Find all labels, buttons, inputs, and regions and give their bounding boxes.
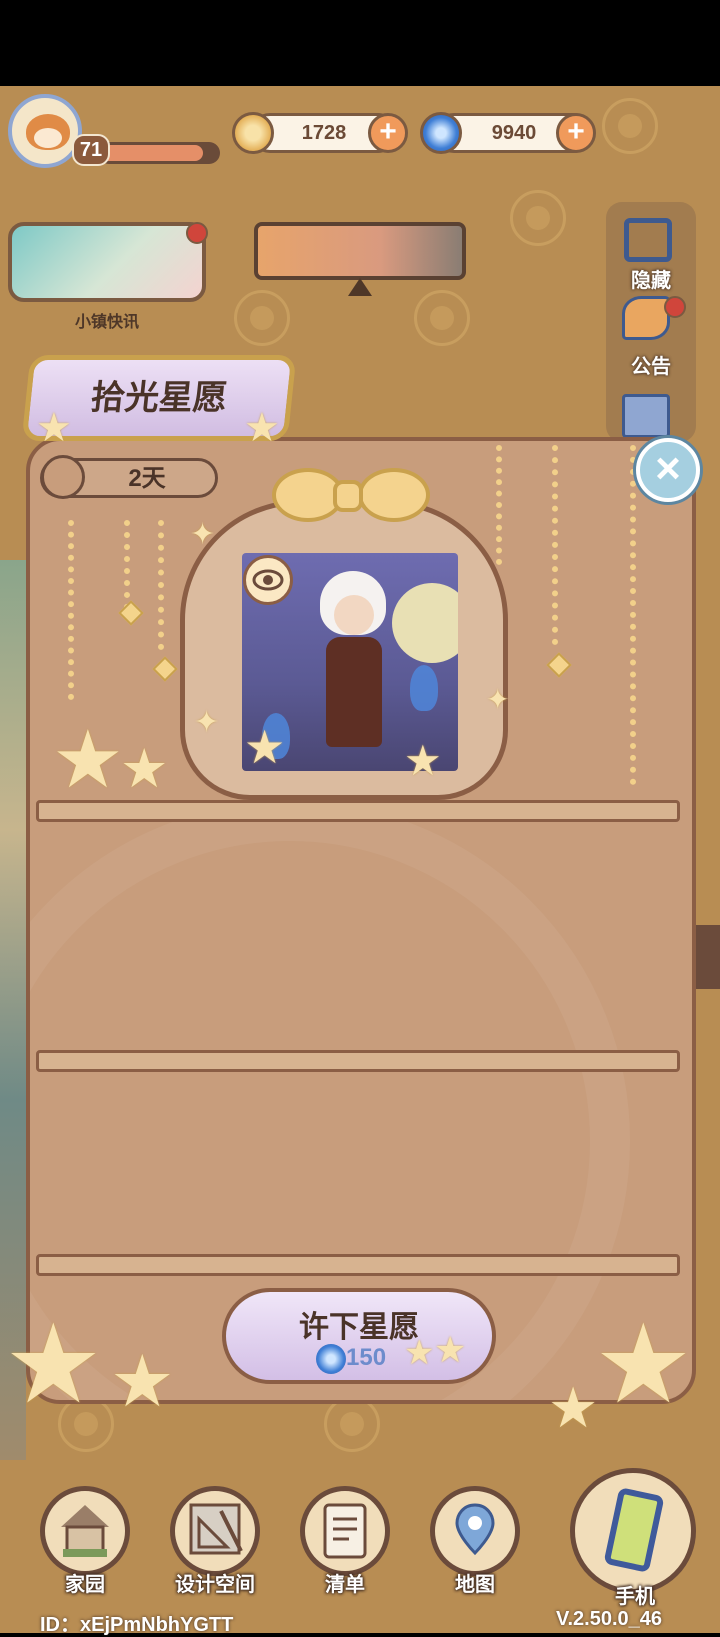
sun-pattern-decoration xyxy=(510,190,566,246)
blueprint-icon xyxy=(189,1503,243,1555)
xp-bar-fill xyxy=(98,145,203,161)
hanging-chain-decoration xyxy=(552,445,564,645)
sun-pattern-decoration xyxy=(324,1396,380,1452)
star-decoration: ★ xyxy=(434,1329,467,1370)
sparkle-decoration: ✦ xyxy=(486,684,510,715)
xp-bar xyxy=(98,142,220,164)
nav-phone-button[interactable] xyxy=(570,1468,696,1594)
hanging-chain-decoration xyxy=(158,520,170,650)
shelf xyxy=(36,1254,680,1276)
gem-icon xyxy=(316,1344,346,1374)
nav-map-label[interactable]: 地图 xyxy=(415,1568,535,1597)
gem-amount: 9940 xyxy=(491,122,537,144)
shelf xyxy=(36,1050,680,1072)
hanging-chain-decoration xyxy=(68,520,80,700)
character-outfit xyxy=(326,637,382,747)
nav-design-label[interactable]: 设计空间 xyxy=(155,1568,275,1597)
bow-knot-decoration xyxy=(333,480,363,512)
hide-label[interactable]: 隐藏 xyxy=(606,264,696,293)
map-pin-icon xyxy=(455,1503,495,1556)
version-label: V.2.50.0_46 xyxy=(556,1608,663,1630)
star-decoration: ★ xyxy=(4,1303,103,1426)
star-decoration: ★ xyxy=(404,1334,435,1372)
nav-home-label[interactable]: 家园 xyxy=(25,1568,145,1597)
star-decoration: ★ xyxy=(110,1342,175,1422)
nav-map-button[interactable] xyxy=(430,1486,520,1576)
star-decoration: ★ xyxy=(594,1303,693,1426)
hanging-chain-decoration xyxy=(124,520,136,610)
star-decoration: ★ xyxy=(244,406,280,450)
hanging-chain-decoration xyxy=(630,445,642,785)
player-avatar[interactable] xyxy=(8,94,82,168)
level-badge: 71 xyxy=(72,134,110,166)
nav-list-button[interactable] xyxy=(300,1486,390,1576)
house-icon xyxy=(61,1505,109,1557)
town-news-widget[interactable] xyxy=(8,222,206,302)
star-decoration: ★ xyxy=(120,739,169,799)
star-decoration: ★ xyxy=(244,721,286,773)
preview-eye-button[interactable] xyxy=(243,555,293,605)
event-timer: 2天 xyxy=(40,455,218,499)
news-notification-dot xyxy=(186,222,208,244)
blue-flame-illustration xyxy=(410,665,438,711)
timer-text: 2天 xyxy=(128,465,166,492)
eye-icon xyxy=(252,569,284,591)
nav-list-label[interactable]: 清单 xyxy=(285,1568,405,1597)
coin-amount: 1728 xyxy=(301,122,347,144)
shelf xyxy=(36,800,680,822)
make-wish-button[interactable]: 许下星愿 150 ★ ★ xyxy=(222,1288,496,1384)
event-title: 拾光星愿 xyxy=(89,379,229,417)
clock-icon xyxy=(41,455,85,499)
checklist-icon xyxy=(323,1503,367,1559)
sun-pattern-decoration xyxy=(234,290,290,346)
buy-gems-button[interactable]: + xyxy=(556,113,596,153)
hide-ui-icon[interactable] xyxy=(624,218,672,262)
nav-design-button[interactable] xyxy=(170,1486,260,1576)
fox-face-icon xyxy=(34,128,62,148)
coin-icon xyxy=(232,112,274,154)
buy-coins-button[interactable]: + xyxy=(368,113,408,153)
character-face xyxy=(334,595,374,635)
sun-pattern-decoration xyxy=(602,98,658,154)
scene-tab-edge xyxy=(694,925,720,989)
star-decoration: ★ xyxy=(36,406,72,450)
sparkle-decoration: ✦ xyxy=(194,706,220,739)
gem-icon xyxy=(420,112,462,154)
banner-toggle-caret-icon[interactable] xyxy=(348,278,372,296)
moon-illustration xyxy=(392,583,458,663)
bow-right-decoration xyxy=(358,468,430,522)
announcement-label[interactable]: 公告 xyxy=(606,350,696,379)
announcement-notification-dot xyxy=(664,296,686,318)
sparkle-decoration: ✦ xyxy=(190,518,216,551)
sun-pattern-decoration xyxy=(414,290,470,346)
announcement-horn-icon[interactable] xyxy=(622,296,670,340)
nav-home-button[interactable] xyxy=(40,1486,130,1576)
hanging-chain-decoration xyxy=(496,445,508,565)
nav-phone-label[interactable]: 手机 xyxy=(575,1580,695,1609)
star-decoration: ★ xyxy=(548,1376,599,1439)
wish-cost: 150 xyxy=(346,1344,387,1371)
mail-icon[interactable] xyxy=(622,394,670,438)
town-news-label: 小镇快讯 xyxy=(74,314,139,331)
close-button[interactable]: × xyxy=(636,438,700,502)
weather-banner[interactable] xyxy=(254,222,466,280)
star-decoration: ★ xyxy=(52,715,124,804)
phone-icon xyxy=(603,1487,665,1573)
star-decoration: ★ xyxy=(404,737,442,784)
